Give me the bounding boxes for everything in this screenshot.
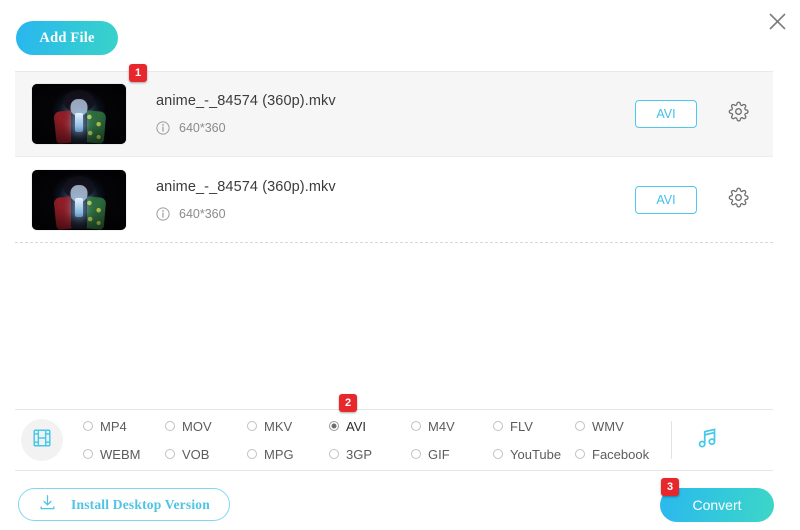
format-options-grid: MP4 MOV MKV AVI M4V FLV WMV WEBM VOB MPG… — [83, 415, 657, 465]
file-settings-button[interactable] — [723, 185, 753, 215]
video-thumbnail — [32, 169, 126, 230]
format-option-mov[interactable]: MOV — [165, 419, 247, 434]
radio-mp4[interactable] — [83, 421, 93, 431]
radio-webm[interactable] — [83, 449, 93, 459]
file-settings-button[interactable] — [723, 99, 753, 129]
add-file-button[interactable]: Add File — [16, 21, 118, 55]
format-label: Facebook — [592, 446, 650, 462]
format-option-facebook[interactable]: Facebook — [575, 447, 657, 462]
add-file-area: Add File — [16, 21, 118, 55]
format-label: AVI — [346, 418, 366, 434]
info-icon — [156, 121, 170, 135]
gear-icon — [728, 101, 749, 127]
format-label: MPG — [264, 446, 294, 462]
format-label: MOV — [182, 418, 212, 434]
format-label: FLV — [510, 418, 533, 434]
format-label: 3GP — [346, 446, 373, 462]
format-selection-panel: MP4 MOV MKV AVI M4V FLV WMV WEBM VOB MPG… — [15, 409, 773, 471]
format-label: MP4 — [100, 418, 127, 434]
radio-gif[interactable] — [411, 449, 421, 459]
file-name: anime_-_84574 (360p).mkv — [156, 178, 336, 195]
radio-flv[interactable] — [493, 421, 503, 431]
file-list: anime_-_84574 (360p).mkv 640*360 AVI ani… — [15, 71, 773, 243]
format-option-wmv[interactable]: WMV — [575, 419, 657, 434]
step-badge-2: 2 — [339, 394, 357, 412]
format-option-flv[interactable]: FLV — [493, 419, 575, 434]
gear-icon — [728, 187, 749, 213]
install-desktop-version-button[interactable]: Install Desktop Version — [18, 488, 230, 521]
radio-mkv[interactable] — [247, 421, 257, 431]
format-option-3gp[interactable]: 3GP — [329, 447, 411, 462]
radio-m4v[interactable] — [411, 421, 421, 431]
format-option-gif[interactable]: GIF — [411, 447, 493, 462]
format-label: WEBM — [100, 446, 141, 462]
radio-mpg[interactable] — [247, 449, 257, 459]
format-option-webm[interactable]: WEBM — [83, 447, 165, 462]
radio-vob[interactable] — [165, 449, 175, 459]
format-label: VOB — [182, 446, 210, 462]
file-name: anime_-_84574 (360p).mkv — [156, 93, 336, 109]
radio-avi[interactable] — [329, 421, 339, 431]
format-option-mpg[interactable]: MPG — [247, 447, 329, 462]
format-label: YouTube — [510, 446, 562, 462]
format-label: M4V — [428, 418, 455, 434]
video-converter-window: Add File 1 2 3 anime_-_84574 (360p).mkv … — [0, 0, 800, 530]
format-option-youtube[interactable]: YouTube — [493, 447, 575, 462]
radio-3gp[interactable] — [329, 449, 339, 459]
video-thumbnail — [32, 84, 126, 144]
format-label: MKV — [264, 418, 293, 434]
table-row[interactable]: anime_-_84574 (360p).mkv 640*360 AVI — [15, 157, 773, 243]
radio-facebook[interactable] — [575, 449, 585, 459]
download-icon — [38, 493, 57, 517]
file-resolution: 640*360 — [179, 206, 226, 221]
step-badge-1: 1 — [129, 64, 147, 82]
radio-youtube[interactable] — [493, 449, 503, 459]
radio-wmv[interactable] — [575, 421, 585, 431]
format-label: WMV — [592, 418, 624, 434]
close-icon — [768, 12, 787, 31]
file-info: anime_-_84574 (360p).mkv 640*360 — [156, 93, 635, 135]
format-option-avi[interactable]: AVI — [329, 419, 411, 434]
format-option-mkv[interactable]: MKV — [247, 419, 329, 434]
close-window-button[interactable] — [760, 4, 794, 38]
music-note-icon — [695, 425, 721, 456]
file-info: anime_-_84574 (360p).mkv 640*360 — [156, 179, 635, 221]
audio-category-button[interactable] — [686, 418, 730, 462]
film-strip-icon — [31, 427, 53, 454]
format-option-m4v[interactable]: M4V — [411, 419, 493, 434]
format-option-vob[interactable]: VOB — [165, 447, 247, 462]
info-icon — [156, 206, 170, 221]
thumbnail-scene — [32, 84, 126, 144]
format-option-mp4[interactable]: MP4 — [83, 419, 165, 434]
radio-mov[interactable] — [165, 421, 175, 431]
panel-divider — [671, 421, 672, 459]
table-row[interactable]: anime_-_84574 (360p).mkv 640*360 AVI — [15, 71, 773, 157]
install-button-label: Install Desktop Version — [71, 496, 210, 512]
output-format-button[interactable]: AVI — [635, 100, 697, 128]
file-subinfo: 640*360 — [156, 121, 635, 135]
file-resolution: 640*360 — [179, 121, 226, 135]
step-badge-3: 3 — [661, 478, 679, 496]
output-format-button[interactable]: AVI — [635, 185, 697, 214]
video-category-button[interactable] — [21, 419, 63, 461]
file-subinfo: 640*360 — [156, 207, 635, 221]
thumbnail-scene — [32, 169, 126, 230]
format-label: GIF — [428, 446, 450, 462]
